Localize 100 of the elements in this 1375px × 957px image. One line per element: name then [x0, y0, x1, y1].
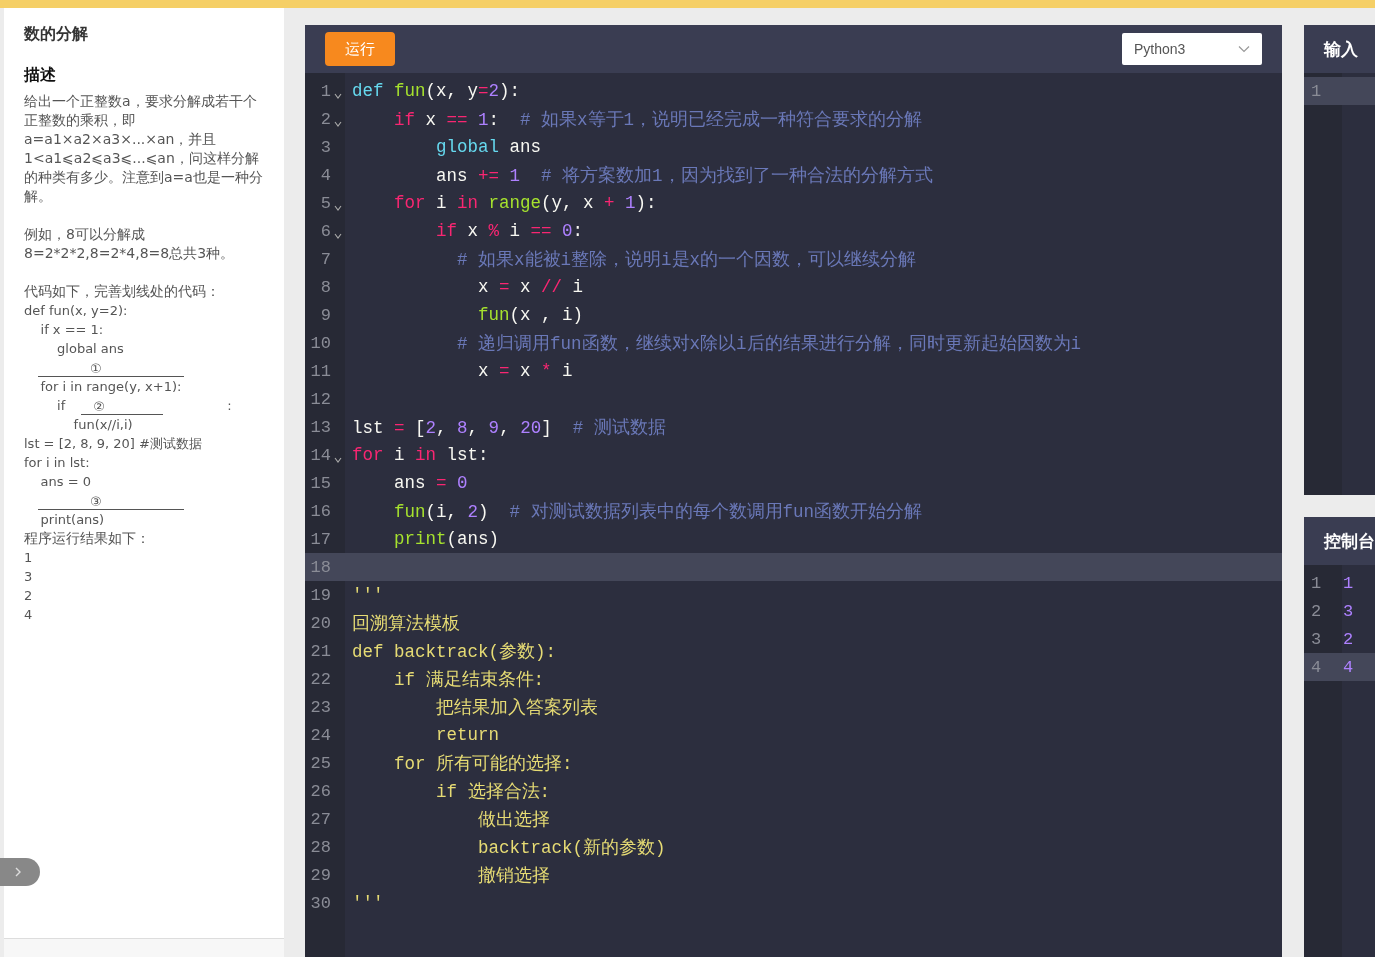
line-number: 18 — [309, 557, 331, 577]
expand-button[interactable] — [0, 858, 40, 886]
panel-title: 控制台 — [1324, 529, 1375, 553]
line-number: 10 — [309, 333, 331, 353]
code-line: 4 — [24, 606, 34, 624]
line-number: 16 — [309, 501, 331, 521]
line-number: 21 — [309, 641, 331, 661]
code-line: print(ans) — [393, 529, 500, 549]
code-line: lst = [2, 8, 9, 20] #测试数据 — [24, 435, 203, 453]
code-line: fun(x//i,i) — [72, 416, 134, 434]
code-line: lst = [2, 8, 9, 20] # 测试数据 — [352, 417, 666, 439]
language-select[interactable]: Python3 — [1122, 33, 1262, 65]
code-line: 1 — [24, 549, 34, 567]
fold-icon[interactable] — [334, 92, 342, 99]
fold-icon[interactable] — [334, 120, 342, 127]
line-number: 8 — [319, 277, 331, 297]
line-number: 5 — [319, 193, 331, 213]
code-line: 回溯算法模板 — [352, 613, 460, 635]
line-number: 9 — [319, 305, 331, 325]
code-line: def backtrack(参数): — [352, 641, 557, 663]
line-number: 1 — [319, 81, 331, 101]
problem-title: 数的分解 — [24, 24, 89, 45]
code-line: backtrack(新的参数) — [477, 837, 666, 859]
code-line: if x % i == 0: — [435, 221, 584, 241]
line-number: 23 — [309, 697, 331, 717]
line-number: 14 — [309, 445, 331, 465]
section-heading: 描述 — [24, 65, 57, 86]
line-number: 4 — [319, 165, 331, 185]
line-number: 12 — [309, 389, 331, 409]
code-line: ''' — [352, 585, 384, 605]
line-number: 29 — [309, 865, 331, 885]
code-line: for i in lst: — [24, 454, 91, 472]
line-number: 2 — [319, 109, 331, 129]
code-line: global ans — [56, 340, 125, 358]
code-line: return — [435, 725, 500, 745]
line-number: 24 — [309, 725, 331, 745]
code-line: print(ans) — [39, 511, 106, 529]
code-line: fun(x , i) — [477, 305, 584, 325]
fold-icon[interactable] — [334, 456, 342, 463]
code-line: 3 — [24, 568, 34, 586]
code-line: for i in range(y, x + 1): — [393, 193, 657, 213]
description-text: 例如，8可以分解成8=2*2*2,8=2*4,8=8总共3种。 — [24, 225, 236, 263]
chevron-right-icon — [14, 866, 22, 878]
code-line: for 所有可能的选择: — [393, 753, 573, 775]
code-line: if x == 1: — [39, 321, 105, 339]
line-number: 30 — [309, 893, 331, 913]
line-number: 6 — [319, 221, 331, 241]
line-number: 4 — [1309, 657, 1323, 677]
code-line: for i in range(y, x+1): — [39, 378, 183, 396]
line-number: 19 — [309, 585, 331, 605]
output-value: 1 — [1343, 573, 1354, 593]
line-number: 26 — [309, 781, 331, 801]
line-number: 27 — [309, 809, 331, 829]
description-text: 代码如下，完善划线处的代码： — [24, 282, 221, 301]
code-line: 2 — [24, 587, 34, 605]
output-value: 2 — [1343, 629, 1354, 649]
line-number: 3 — [319, 137, 331, 157]
fill-in-line: ① — [38, 362, 184, 377]
output-value: 3 — [1343, 601, 1354, 621]
code-line: # 如果x能被i整除，说明i是x的一个因数，可以继续分解 — [456, 249, 917, 271]
line-number: 25 — [309, 753, 331, 773]
code-line: x = x * i — [477, 361, 573, 381]
code-line: if x == 1: # 如果x等于1，说明已经完成一种符合要求的分解 — [393, 109, 923, 131]
line-number: 1 — [1309, 81, 1323, 101]
code-line: if 选择合法: — [435, 781, 551, 803]
code-line: 把结果加入答案列表 — [435, 696, 598, 719]
line-number: 3 — [1309, 629, 1323, 649]
code-line: 做出选择 — [477, 809, 551, 831]
code-line: global ans — [435, 137, 542, 157]
panel-title: 输入 — [1324, 37, 1358, 61]
fold-icon[interactable] — [334, 204, 342, 211]
line-number: 1 — [1309, 573, 1323, 593]
chevron-down-icon — [1238, 45, 1250, 53]
code-text: if — [56, 397, 66, 415]
output-value: 4 — [1343, 657, 1354, 677]
line-number: 7 — [319, 249, 331, 269]
description-text: 给出一个正整数a，要求分解成若干个正整数的乘积，即a=a1×a2×a3×...×an，并且1<a1⩽a2⩽a3⩽...⩽an，问这样分解的种类有多少。注意到a=a也是一种分解。 — [24, 92, 264, 206]
code-line: x = x // i — [477, 277, 584, 297]
code-line: def fun(x, y=2): — [24, 302, 129, 320]
fill-in-line: ③ — [38, 495, 184, 510]
line-number: 22 — [309, 669, 331, 689]
line-number: 20 — [309, 613, 331, 633]
code-line: fun(i, 2) # 对测试数据列表中的每个数调用fun函数开始分解 — [393, 501, 923, 523]
code-line: ans = 0 — [39, 473, 92, 491]
line-number: 28 — [309, 837, 331, 857]
fill-in-line: ② — [81, 400, 164, 415]
description-text: 程序运行结果如下： — [24, 529, 151, 548]
code-line: def fun(x, y=2): — [352, 81, 521, 101]
line-number: 13 — [309, 417, 331, 437]
code-line: ans = 0 — [393, 473, 468, 493]
code-line: # 递归调用fun函数，继续对x除以i后的结果进行分解，同时更新起始因数为i — [456, 333, 1082, 355]
code-line: ans += 1 # 将方案数加1，因为找到了一种合法的分解方式 — [435, 164, 933, 187]
code-line: 撤销选择 — [477, 865, 551, 887]
line-number: 11 — [309, 361, 331, 381]
code-line: if 满足结束条件: — [393, 669, 544, 691]
line-number: 17 — [309, 529, 331, 549]
code-text: : — [227, 397, 232, 415]
code-line: ''' — [352, 893, 384, 913]
fold-icon[interactable] — [334, 232, 342, 239]
line-number: 2 — [1309, 601, 1323, 621]
